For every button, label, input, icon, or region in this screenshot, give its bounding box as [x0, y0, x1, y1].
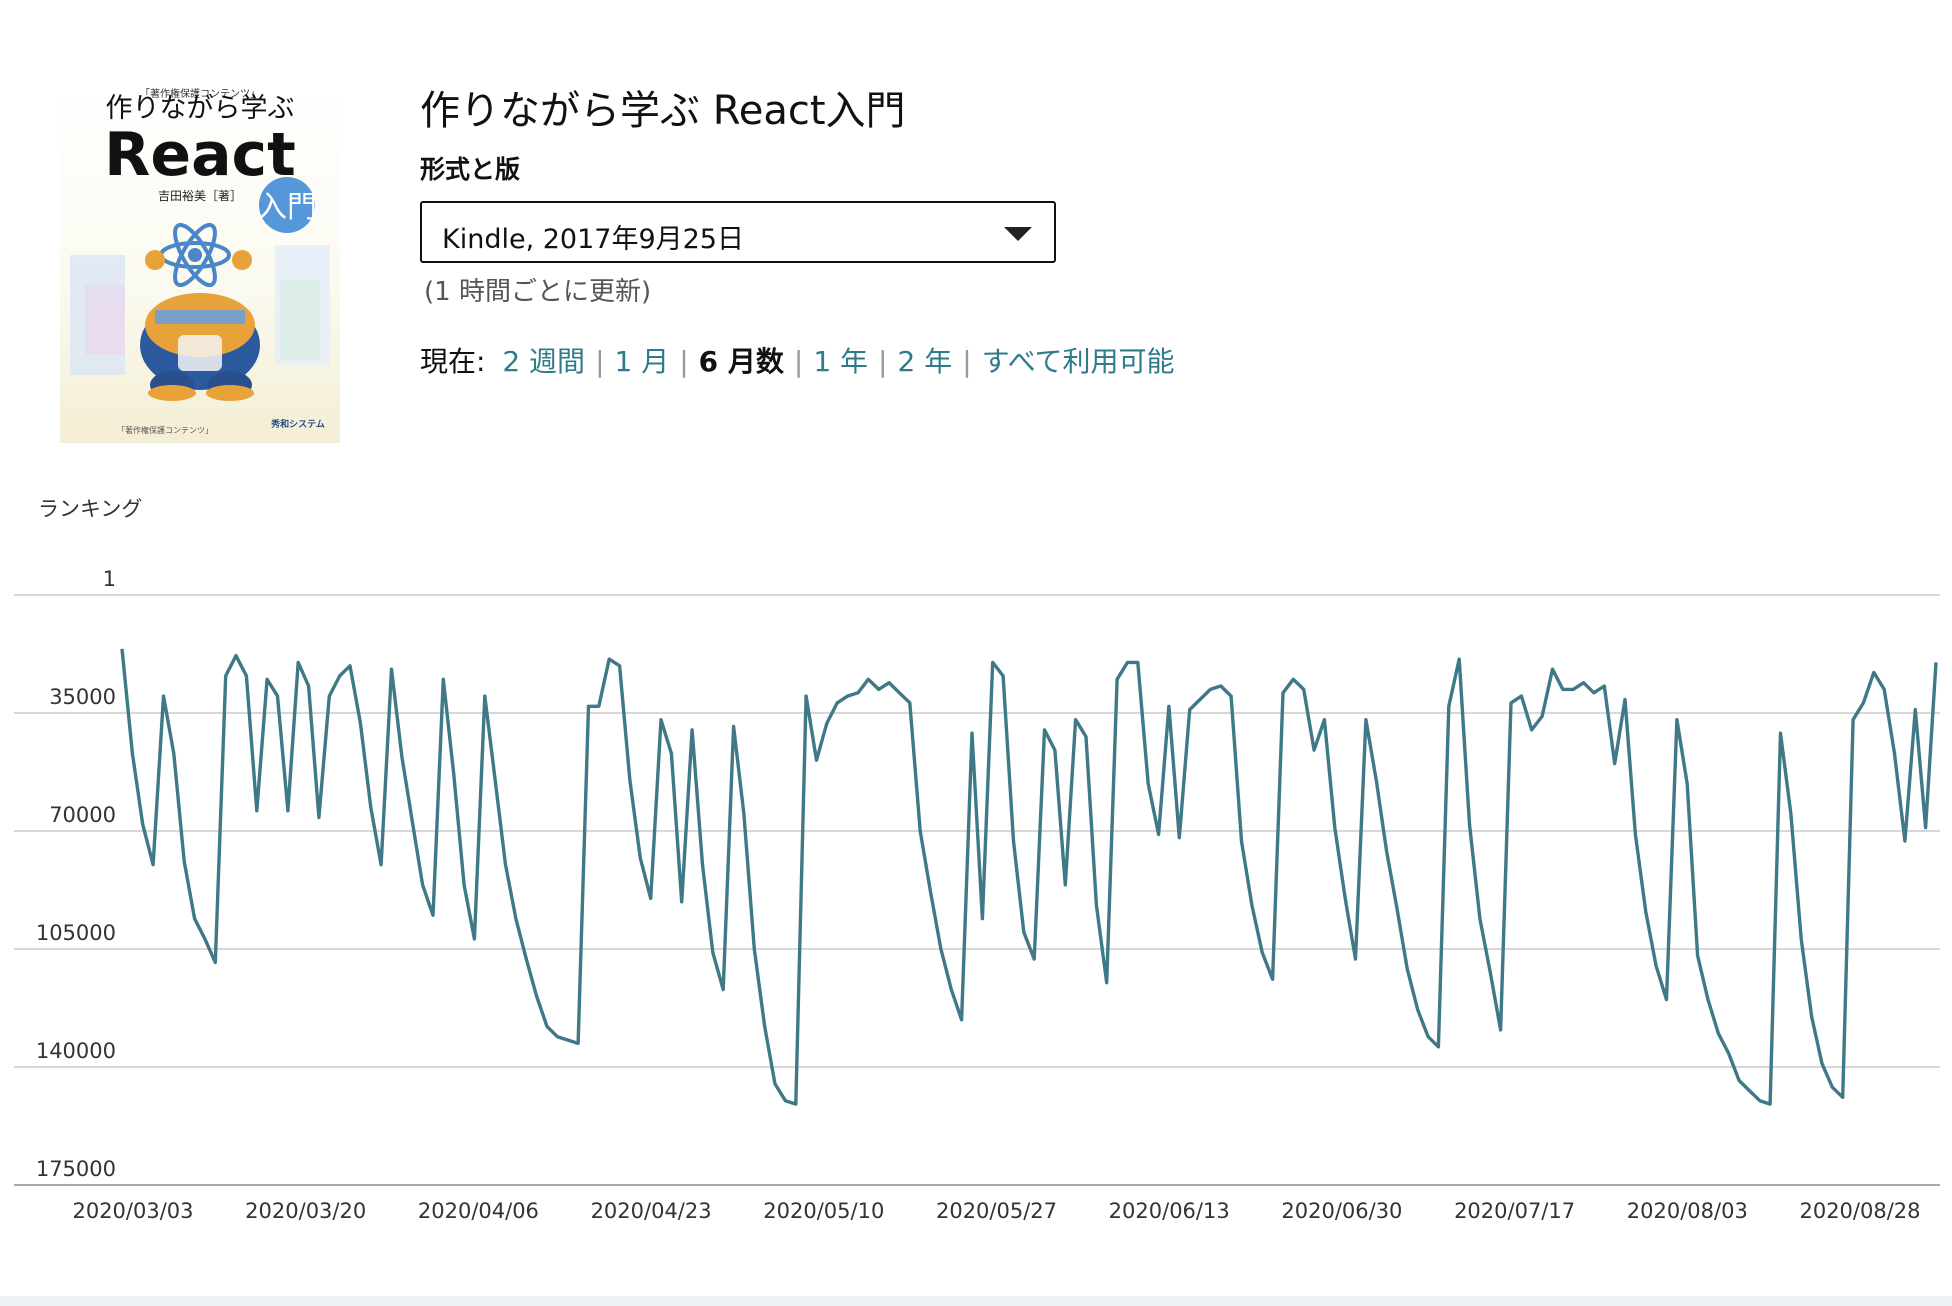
x-tick-label: 2020/04/23	[591, 1199, 712, 1223]
cover-title-line2: React	[104, 120, 296, 190]
range-option-1-year[interactable]: 1 年	[813, 345, 868, 378]
caret-down-icon	[1004, 227, 1032, 241]
ranking-series-line	[120, 648, 1938, 1106]
x-tick-label: 2020/03/03	[72, 1199, 193, 1223]
y-tick-label: 1	[103, 567, 116, 591]
y-tick-label: 140000	[36, 1039, 116, 1063]
update-frequency-note: (1 時間ごとに更新)	[424, 277, 652, 307]
product-title: 作りながら学ぶ React入門	[420, 88, 906, 134]
format-label: 形式と版	[420, 155, 521, 184]
y-tick-label: 105000	[36, 921, 116, 945]
range-separator: |	[793, 345, 804, 378]
ranking-chart: ランキング 1 35000 70000 105000 140000 175000 2020…	[14, 497, 1940, 1223]
range-option-6-months-current[interactable]: 6 月数	[699, 345, 784, 378]
range-option-all-available[interactable]: すべて利用可能	[982, 345, 1175, 378]
x-tick-label: 2020/06/30	[1281, 1199, 1402, 1223]
range-separator: |	[679, 345, 689, 378]
x-tick-label: 2020/04/06	[418, 1199, 539, 1223]
x-tick-label: 2020/07/17	[1454, 1199, 1575, 1223]
book-cover-image[interactable]: 入門 「著作権保護コンテンツ」 作りながら学ぶ React 吉田裕美［著］ 「著…	[60, 85, 340, 443]
x-tick-label: 2020/05/10	[763, 1199, 884, 1223]
x-tick-label: 2020/05/27	[936, 1199, 1057, 1223]
range-option-1-month[interactable]: 1 月	[615, 345, 670, 378]
y-tick-label: 175000	[36, 1157, 116, 1181]
cover-footer-note: 「著作権保護コンテンツ」	[117, 425, 213, 435]
x-tick-label: 2020/08/03	[1627, 1199, 1748, 1223]
format-dropdown-value: Kindle, 2017年9月25日	[442, 224, 744, 255]
y-tick-label: 35000	[49, 685, 116, 709]
range-separator: |	[595, 345, 605, 378]
x-tick-label: 2020/03/20	[245, 1199, 366, 1223]
range-separator: |	[878, 345, 888, 378]
x-tick-label: 2020/06/13	[1109, 1199, 1230, 1223]
range-option-2-years[interactable]: 2 年	[897, 345, 952, 378]
format-dropdown[interactable]: Kindle, 2017年9月25日	[420, 201, 1056, 263]
page-bottom-divider	[0, 1296, 1952, 1306]
y-axis-label: ランキング	[38, 497, 142, 521]
cover-author: 吉田裕美［著］	[158, 188, 242, 203]
cover-robot-illustration	[140, 222, 260, 401]
cover-publisher: 秀和システム	[270, 418, 325, 430]
range-prefix: 現在:	[420, 345, 486, 378]
range-option-2-weeks[interactable]: 2 週間	[502, 345, 585, 378]
time-range-selector: 現在: 2 週間 | 1 月 | 6 月数 | 1 年 | 2 年 | すべて利用可能	[420, 340, 1175, 380]
cover-badge-text: 入門	[257, 190, 317, 225]
x-tick-label: 2020/08/28	[1799, 1199, 1920, 1223]
range-separator: |	[962, 345, 972, 378]
y-tick-label: 70000	[49, 803, 116, 827]
